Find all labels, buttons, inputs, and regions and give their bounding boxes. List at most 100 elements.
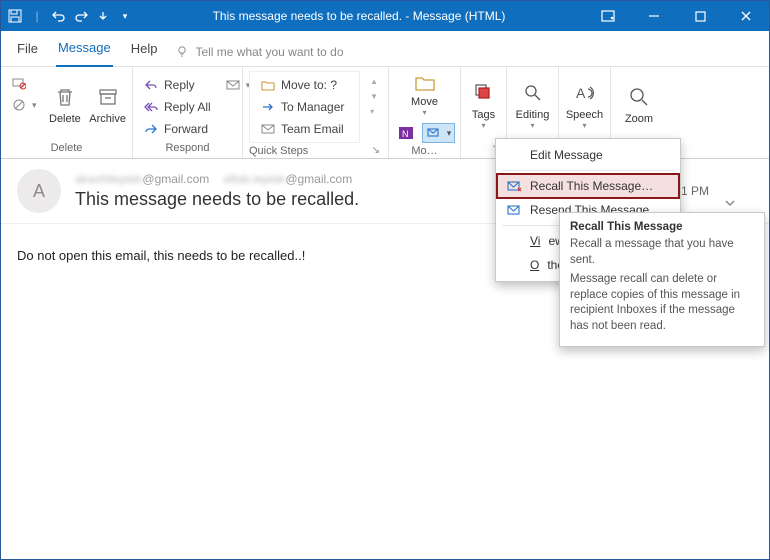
folder-icon — [411, 71, 439, 94]
maximize-button[interactable] — [677, 1, 723, 31]
other-icon — [506, 257, 522, 273]
quicksteps-launcher-icon[interactable]: ↘ — [372, 145, 382, 157]
window-controls — [585, 1, 769, 31]
tooltip-title: Recall This Message — [570, 221, 754, 233]
reply-all-button[interactable]: Reply All — [139, 97, 215, 117]
tooltip-line2: Message recall can delete or replace cop… — [570, 272, 754, 334]
body-text: Do not open this email, this needs to be… — [17, 248, 305, 263]
quickstep-scroll-down[interactable]: ▼ — [366, 90, 382, 103]
group-quicksteps-label: Quick Steps — [249, 145, 308, 157]
ribbon-options-icon[interactable] — [585, 1, 631, 31]
delete-label: Delete — [49, 113, 81, 125]
redo-icon[interactable] — [73, 8, 89, 24]
edit-icon — [506, 147, 522, 163]
to-address: aftab.lepide@gmail.com — [223, 172, 352, 186]
reply-all-icon — [143, 99, 159, 115]
qat-customize-icon[interactable]: ▾ — [117, 8, 133, 24]
junk-icon — [11, 97, 27, 113]
trash-icon — [51, 83, 79, 111]
tags-button[interactable]: Tags▾ — [467, 71, 500, 137]
delete-button[interactable]: Delete — [47, 71, 84, 137]
tell-me-label: Tell me what you want to do — [195, 45, 343, 59]
from-address: akashtlepide@gmail.com — [75, 172, 209, 186]
quickstep-moveto-label: Move to: ? — [281, 78, 337, 92]
group-move: Move ▾ N ▾ Mo… — [389, 67, 461, 158]
group-move-label: Mo… — [395, 143, 454, 161]
expand-header-button[interactable] — [723, 172, 753, 210]
ignore-button[interactable] — [7, 73, 41, 93]
undo-icon[interactable] — [51, 8, 67, 24]
find-icon — [519, 79, 547, 107]
recall-icon — [506, 178, 522, 194]
tooltip-line1: Recall a message that you have sent. — [570, 237, 754, 268]
group-respond: Reply Reply All Forward ▾ Respond — [133, 67, 243, 158]
tab-help[interactable]: Help — [129, 37, 160, 66]
onenote-button[interactable]: N — [394, 123, 418, 143]
svg-text:A: A — [576, 85, 586, 101]
quickstep-manager[interactable]: To Manager — [256, 97, 353, 117]
qat-down-icon[interactable] — [95, 8, 111, 24]
arrow-to-icon — [260, 99, 276, 115]
save-icon[interactable] — [7, 8, 23, 24]
onenote-icon: N — [398, 125, 414, 141]
junk-button[interactable]: ▾ — [7, 95, 41, 115]
quickstep-scroll-up[interactable]: ▲ — [366, 75, 382, 88]
close-button[interactable] — [723, 1, 769, 31]
reply-button[interactable]: Reply — [139, 75, 215, 95]
dd-recall-message[interactable]: Recall This Message… — [496, 173, 680, 199]
forward-label: Forward — [164, 122, 208, 136]
tags-icon — [470, 79, 498, 107]
archive-button[interactable]: Archive — [89, 71, 126, 137]
group-delete: ▾ Delete Archive Delete — [1, 67, 133, 158]
read-aloud-icon: A — [571, 79, 599, 107]
quickstep-team-label: Team Email — [281, 122, 344, 136]
dd-edit-message[interactable]: Edit Message — [496, 143, 680, 167]
reply-label: Reply — [164, 78, 195, 92]
title-bar: | ▾ This message needs to be recalled. -… — [1, 1, 769, 31]
quickstep-moveto[interactable]: Move to: ? — [256, 75, 353, 95]
quick-access-toolbar: | ▾ — [7, 8, 133, 24]
tell-me-search[interactable]: Tell me what you want to do — [175, 45, 343, 59]
reply-icon — [143, 77, 159, 93]
editing-label: Editing — [516, 109, 550, 121]
group-respond-label: Respond — [139, 140, 236, 158]
dd-recall-label: Recall This Message… — [530, 179, 653, 193]
lightbulb-icon — [175, 45, 189, 59]
speech-button[interactable]: ASpeech▾ — [565, 71, 604, 137]
menu-bar: File Message Help Tell me what you want … — [1, 31, 769, 67]
zoom-label: Zoom — [625, 113, 653, 125]
archive-icon — [94, 83, 122, 111]
dd-edit-label: Edit Message — [530, 148, 603, 162]
tab-file[interactable]: File — [15, 37, 40, 66]
move-button[interactable]: Move ▾ — [400, 71, 450, 117]
actions-icon — [426, 125, 442, 141]
zoom-button[interactable]: Zoom — [617, 71, 661, 137]
resend-icon — [506, 202, 522, 218]
quickstep-expand[interactable]: ▾ — [366, 105, 382, 118]
reply-all-label: Reply All — [164, 100, 211, 114]
minimize-button[interactable] — [631, 1, 677, 31]
editing-button[interactable]: Editing▾ — [513, 71, 552, 137]
ignore-icon — [11, 75, 27, 91]
browser-icon — [506, 233, 522, 249]
folder-move-icon — [260, 77, 276, 93]
avatar-initial: A — [33, 181, 45, 202]
forward-icon — [143, 121, 159, 137]
window-title: This message needs to be recalled. - Mes… — [133, 9, 585, 23]
quickstep-manager-label: To Manager — [281, 100, 344, 114]
tooltip: Recall This Message Recall a message tha… — [559, 212, 765, 347]
quickstep-team[interactable]: Team Email — [256, 119, 353, 139]
group-delete-label: Delete — [7, 140, 126, 158]
speech-label: Speech — [566, 109, 603, 121]
group-quicksteps: Move to: ? To Manager Team Email ▲ ▼ ▾ Q… — [243, 67, 389, 158]
envelope-more-icon — [225, 77, 241, 93]
tab-message[interactable]: Message — [56, 36, 113, 67]
zoom-icon — [625, 83, 653, 111]
move-label: Move — [411, 96, 438, 108]
avatar: A — [17, 169, 61, 213]
dd-separator — [502, 170, 674, 171]
actions-button[interactable]: ▾ — [422, 123, 456, 143]
forward-button[interactable]: Forward — [139, 119, 215, 139]
svg-text:N: N — [402, 129, 409, 139]
qat-sep-icon: | — [29, 8, 45, 24]
